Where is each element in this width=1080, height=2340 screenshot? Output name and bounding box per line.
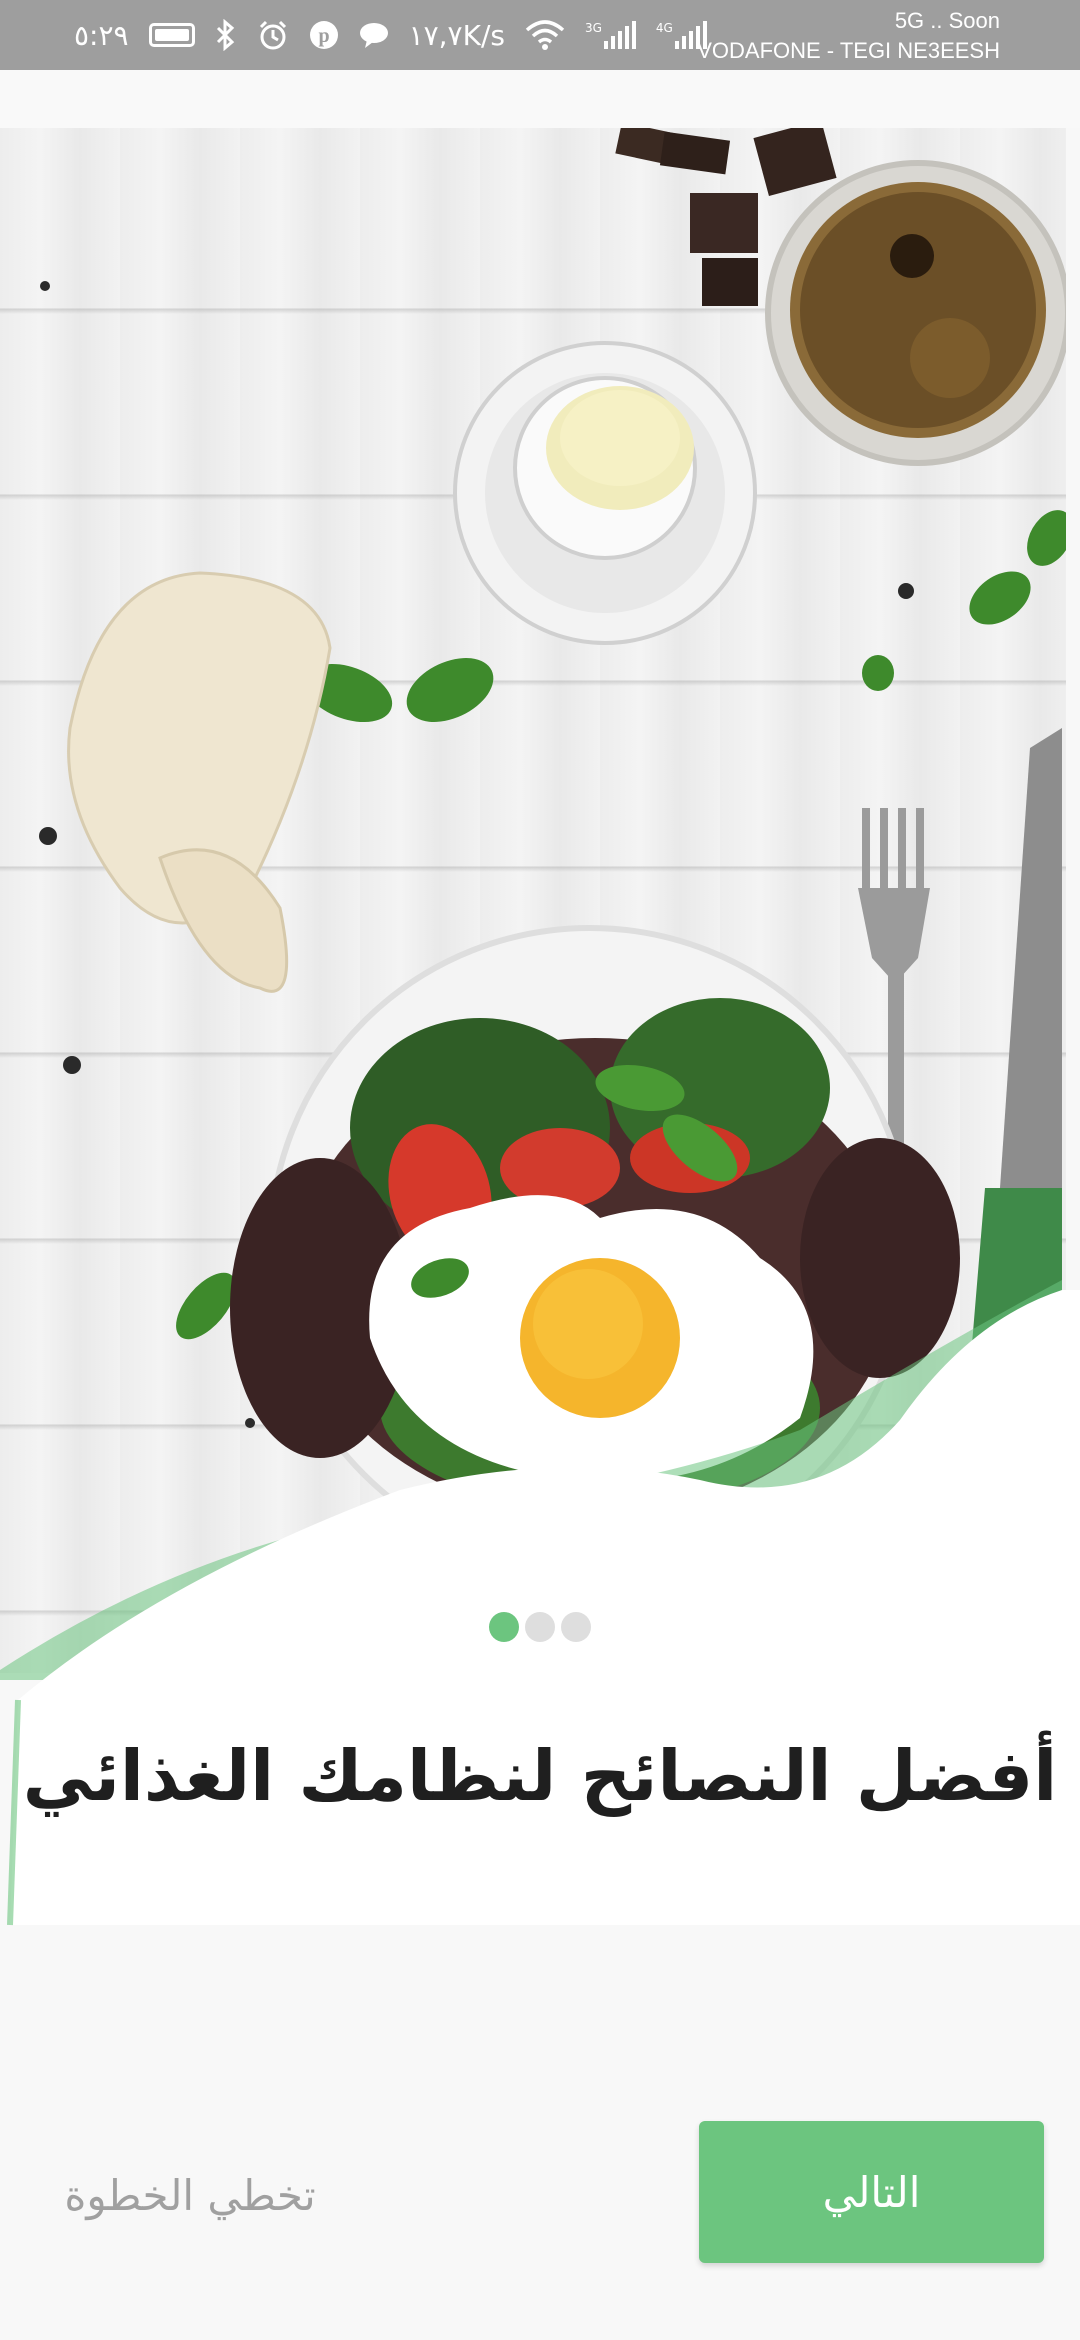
page-indicator xyxy=(0,1612,1080,1642)
signal-icon: 3G xyxy=(585,21,636,49)
rice-cake-icon xyxy=(67,571,332,993)
skip-button[interactable]: تخطي الخطوة xyxy=(40,2160,340,2230)
pinterest-icon: p xyxy=(309,20,339,50)
carrier-info: 5G .. Soon VODAFONE - TEGI NE3EESH xyxy=(697,6,1000,66)
next-button[interactable]: التالي xyxy=(699,2121,1044,2263)
top-strip xyxy=(0,70,1080,128)
svg-text:p: p xyxy=(318,25,329,47)
bluetooth-icon xyxy=(215,19,237,51)
status-speed: ١٧,٧K/s xyxy=(408,18,505,52)
milk-jug-icon xyxy=(453,341,757,645)
chat-icon xyxy=(359,21,389,49)
alarm-icon xyxy=(257,19,289,51)
status-left: ٥:٢٩ p ١٧,٧K/s 3G 4G xyxy=(74,0,707,70)
status-bar: ٥:٢٩ p ١٧,٧K/s 3G 4G 5G .. Soon VODAFONE… xyxy=(0,0,1080,70)
page-dot[interactable] xyxy=(561,1612,591,1642)
wifi-icon xyxy=(525,20,565,50)
page-dot-active[interactable] xyxy=(489,1612,519,1642)
coffee-cup-icon xyxy=(765,160,1066,466)
carrier-line-2: VODAFONE - TEGI NE3EESH xyxy=(697,38,1000,63)
carrier-line-1: 5G .. Soon xyxy=(894,8,1000,33)
onboarding-title: أفضل النصائح لنظامك الغذائي xyxy=(22,1735,1058,1817)
page-dot[interactable] xyxy=(525,1612,555,1642)
card-wave xyxy=(0,1280,1080,1926)
battery-icon xyxy=(148,23,195,47)
status-time: ٥:٢٩ xyxy=(74,18,129,52)
